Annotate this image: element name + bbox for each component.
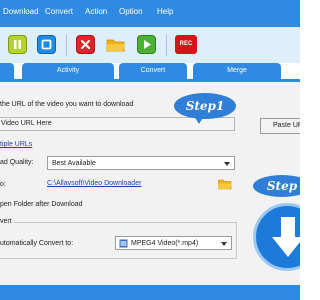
- menu-action[interactable]: Action: [85, 7, 107, 16]
- menu-help[interactable]: Help: [157, 7, 173, 16]
- open-folder-checkbox-label[interactable]: pen Folder after Download: [0, 201, 83, 208]
- convert-format-value: MPEG4 Video(*.mp4): [131, 240, 199, 247]
- tab-activity[interactable]: Activity: [22, 63, 114, 79]
- stop-button[interactable]: [37, 35, 56, 54]
- toolbar: REC: [0, 27, 300, 64]
- delete-button[interactable]: [76, 35, 95, 54]
- chevron-down-icon: [221, 242, 227, 246]
- url-instruction-label: the URL of the video you want to downloa…: [0, 101, 134, 108]
- pause-button[interactable]: [8, 35, 27, 54]
- quality-label: ad Quality:: [0, 159, 34, 166]
- pause-icon: [14, 40, 21, 49]
- step1-bubble-tail: [194, 116, 204, 124]
- auto-convert-label[interactable]: utomatically Convert to:: [0, 240, 73, 247]
- video-file-icon: [119, 239, 128, 248]
- play-icon: [144, 40, 151, 49]
- toolbar-separator: [166, 34, 167, 56]
- save-to-label: o:: [0, 181, 6, 188]
- tab-merge[interactable]: Merge: [193, 63, 281, 79]
- folder-icon[interactable]: [218, 178, 232, 190]
- quality-value: Best Available: [52, 160, 96, 167]
- menu-option[interactable]: Option: [119, 7, 143, 16]
- multiple-urls-link[interactable]: tiple URLs: [0, 141, 32, 148]
- folder-icon: [106, 39, 125, 52]
- stop-icon: [41, 39, 52, 50]
- convert-format-select[interactable]: MPEG4 Video(*.mp4): [115, 236, 232, 250]
- step1-bubble: Step1: [174, 93, 236, 119]
- record-button[interactable]: REC: [175, 35, 197, 54]
- status-bar: [0, 285, 300, 300]
- save-path-link[interactable]: C:\Allavsoft\Video Downloader: [47, 180, 141, 187]
- toolbar-separator: [66, 34, 67, 56]
- download-arrow-icon: [272, 217, 300, 257]
- delete-icon: [81, 40, 90, 49]
- convert-group-label: vert: [0, 218, 14, 225]
- play-button[interactable]: [137, 35, 156, 54]
- app-window: Download Convert Action Option Help REC …: [0, 0, 300, 300]
- quality-select[interactable]: Best Available: [47, 156, 235, 170]
- menu-download[interactable]: Download: [3, 7, 39, 16]
- open-folder-button[interactable]: [106, 35, 125, 54]
- tab-convert[interactable]: Convert: [119, 63, 187, 79]
- download-panel: [0, 82, 300, 300]
- tab-bar: Activity Convert Merge: [0, 63, 300, 79]
- menu-bar: Download Convert Action Option Help: [0, 0, 300, 27]
- chevron-down-icon: [224, 162, 230, 166]
- menu-convert[interactable]: Convert: [45, 7, 73, 16]
- tab-download[interactable]: [0, 63, 14, 79]
- paste-url-button[interactable]: Paste URL: [260, 118, 300, 134]
